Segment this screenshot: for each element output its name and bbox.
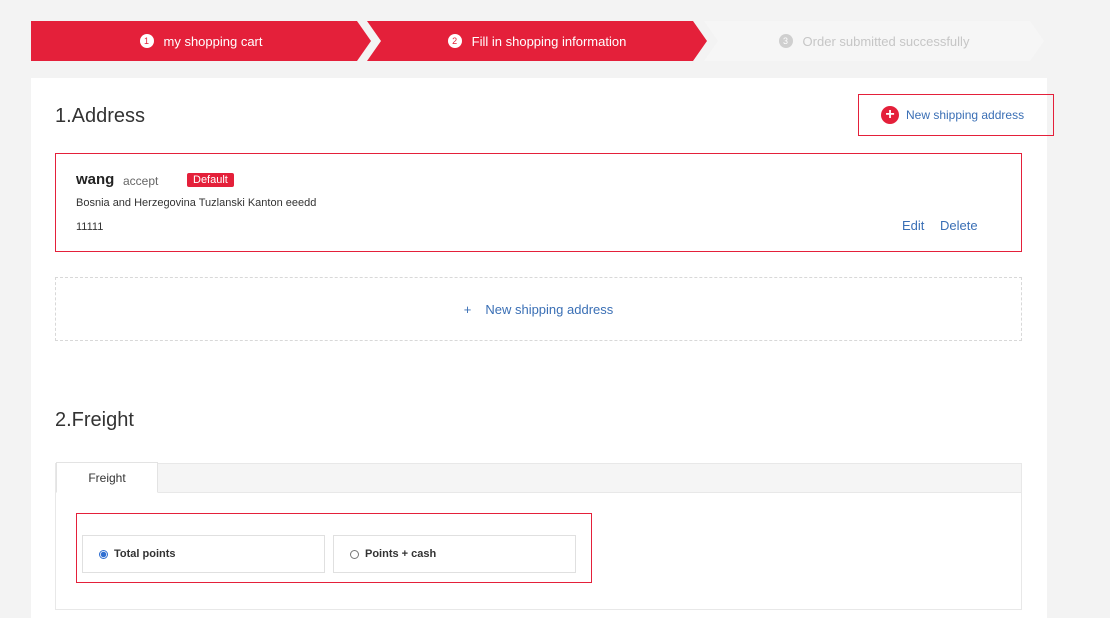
new-shipping-address-button[interactable]: + New shipping address bbox=[858, 94, 1054, 136]
step-label: Fill in shopping information bbox=[471, 33, 627, 49]
new-shipping-address-label: New shipping address bbox=[906, 108, 1025, 122]
edit-address-link[interactable]: Edit bbox=[902, 218, 924, 233]
add-shipping-address-box[interactable]: + New shipping address bbox=[55, 277, 1022, 341]
address-tag: accept bbox=[123, 174, 159, 188]
step-my-shopping-cart[interactable]: 1 my shopping cart bbox=[31, 21, 371, 61]
plus-icon: + bbox=[463, 301, 472, 317]
step-label: my shopping cart bbox=[163, 33, 263, 49]
option-points-plus-cash[interactable]: Points + cash bbox=[333, 535, 576, 573]
step-label: Order submitted successfully bbox=[802, 33, 970, 49]
add-shipping-address-label: New shipping address bbox=[485, 301, 614, 317]
step-fill-shopping-info: 2 Fill in shopping information bbox=[367, 21, 707, 61]
address-section-title: 1.Address bbox=[55, 105, 146, 127]
address-zip: 11111 bbox=[76, 221, 104, 233]
address-card[interactable]: wang accept Default Bosnia and Herzegovi… bbox=[55, 153, 1022, 252]
step-number: 1 bbox=[139, 34, 154, 48]
address-recipient-name: wang bbox=[76, 171, 115, 188]
step-order-submitted: 3 Order submitted successfully bbox=[704, 21, 1044, 61]
step-number: 2 bbox=[447, 34, 462, 48]
plus-circle-icon: + bbox=[881, 106, 899, 124]
tab-freight[interactable]: Freight bbox=[56, 462, 158, 493]
freight-section-title: 2.Freight bbox=[55, 409, 134, 431]
option-label: Total points bbox=[114, 548, 176, 560]
radio-selected-icon[interactable] bbox=[99, 549, 108, 559]
default-badge: Default bbox=[187, 173, 234, 187]
delete-address-link[interactable]: Delete bbox=[940, 218, 978, 233]
option-total-points[interactable]: Total points bbox=[82, 535, 325, 573]
address-line: Bosnia and Herzegovina Tuzlanski Kanton … bbox=[76, 197, 317, 209]
freight-tab-bar bbox=[55, 463, 1022, 493]
radio-unselected-icon[interactable] bbox=[350, 549, 359, 559]
option-label: Points + cash bbox=[365, 548, 437, 560]
step-number: 3 bbox=[778, 34, 793, 48]
